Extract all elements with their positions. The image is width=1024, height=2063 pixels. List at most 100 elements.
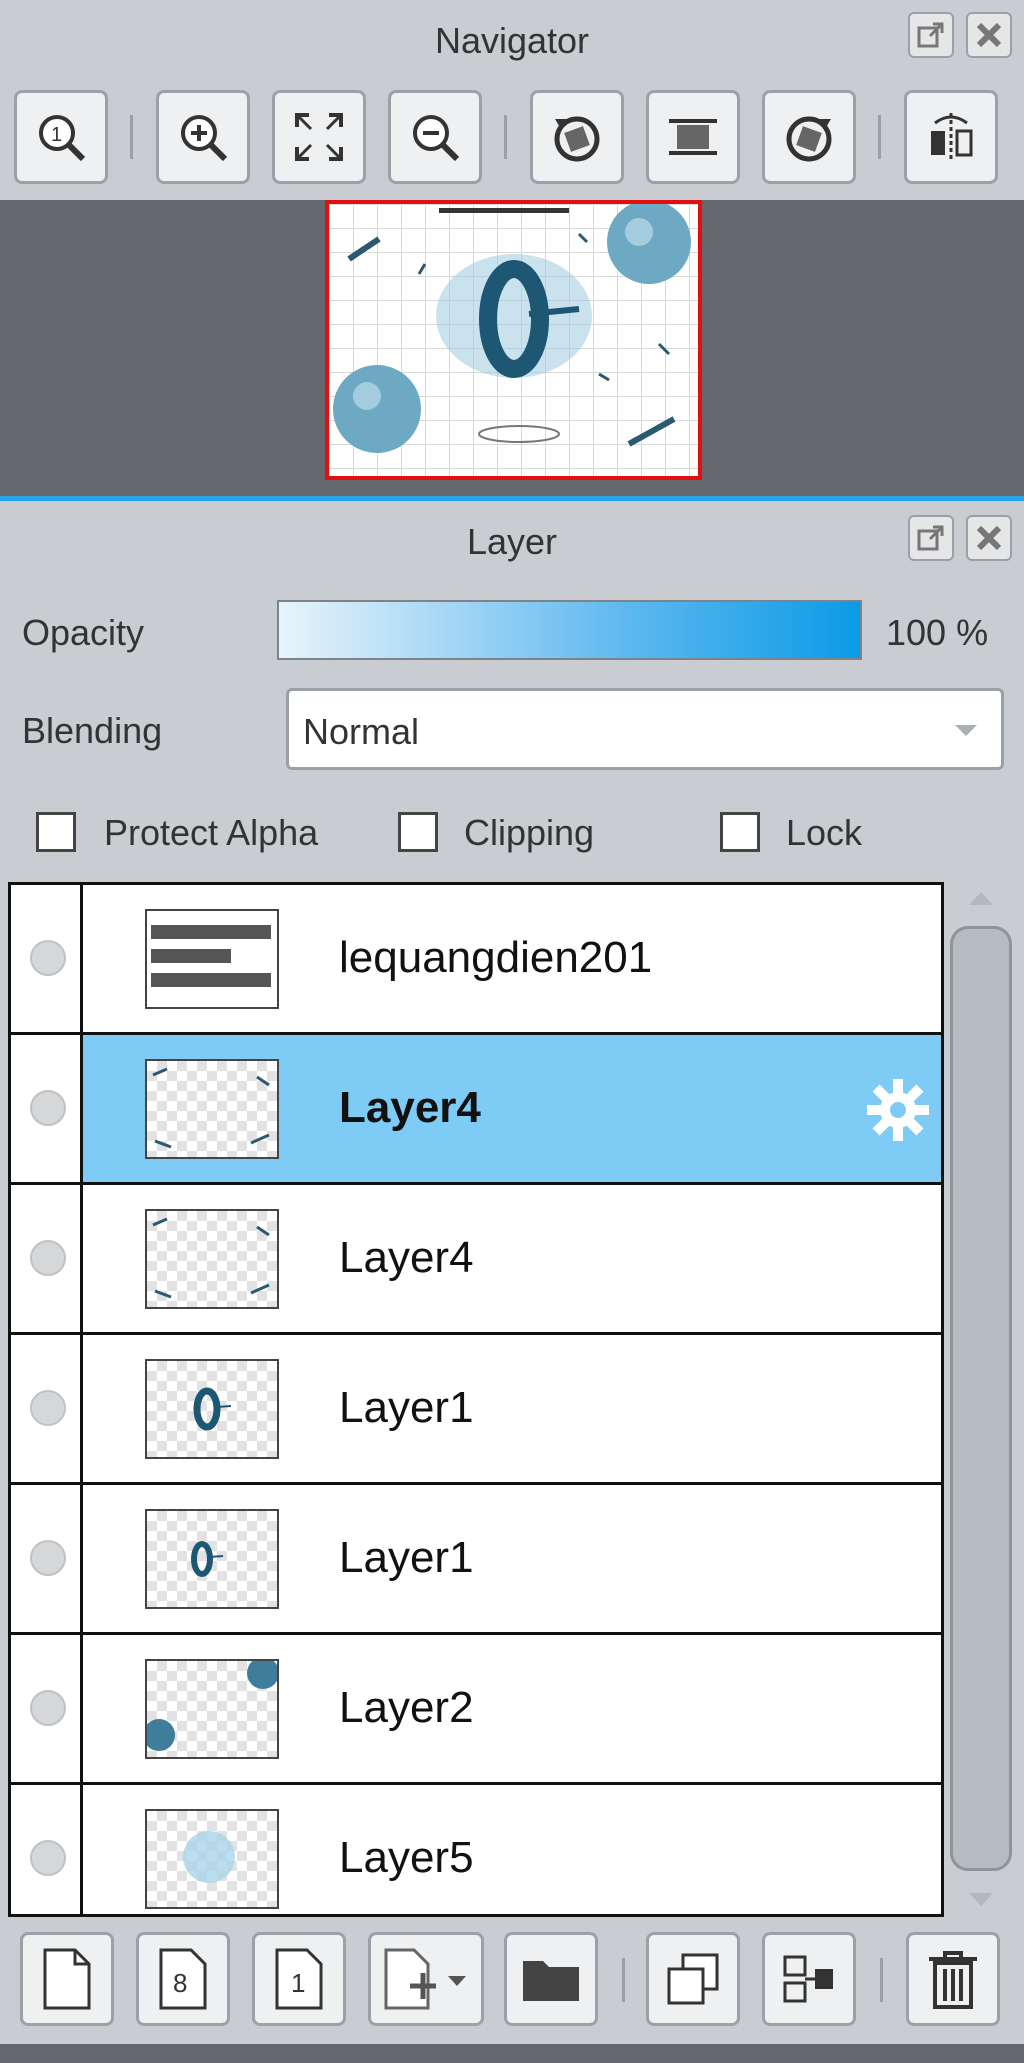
layer-row[interactable]: Layer1 <box>11 1485 941 1635</box>
layer-row[interactable]: Layer5 <box>11 1785 941 1914</box>
layer-thumbnail <box>145 1509 279 1609</box>
undock-button[interactable] <box>908 12 954 58</box>
lock-checkbox[interactable] <box>720 812 760 852</box>
fit-screen-icon <box>295 113 343 161</box>
visibility-toggle[interactable] <box>11 1485 83 1632</box>
scroll-up-icon[interactable] <box>966 888 996 908</box>
svg-text:1: 1 <box>291 1968 305 1998</box>
gear-icon[interactable] <box>865 1077 931 1143</box>
new-8bit-layer-button[interactable]: 8 <box>136 1932 230 2026</box>
layer-row[interactable]: Layer2 <box>11 1635 941 1785</box>
visibility-toggle[interactable] <box>11 1035 83 1182</box>
lock-label: Lock <box>786 812 863 853</box>
duplicate-layer-button[interactable] <box>646 1932 740 2026</box>
layer-row[interactable]: Layer1 <box>11 1335 941 1485</box>
toolbar-separator <box>130 115 133 159</box>
close-icon <box>976 525 1002 551</box>
visibility-toggle[interactable] <box>11 1335 83 1482</box>
scrollbar-thumb[interactable] <box>950 926 1012 1871</box>
visibility-dot-icon <box>30 1240 66 1276</box>
toolbar-separator <box>880 1958 883 2002</box>
visibility-toggle[interactable] <box>11 1785 83 1914</box>
close-button[interactable] <box>966 12 1012 58</box>
rotate-left-icon <box>554 116 600 162</box>
flip-horizontal-button[interactable] <box>904 90 998 184</box>
rotate-right-button[interactable] <box>762 90 856 184</box>
layer-row-selected[interactable]: Layer4 <box>11 1035 941 1185</box>
flip-horizontal-icon <box>931 113 973 161</box>
zoom-out-button[interactable] <box>388 90 482 184</box>
visibility-toggle[interactable] <box>11 1635 83 1782</box>
merge-down-icon <box>783 1955 833 2003</box>
chevron-down-icon <box>955 725 977 736</box>
rotate-left-button[interactable] <box>530 90 624 184</box>
layer-thumbnail <box>145 1059 279 1159</box>
zoom-out-icon <box>413 115 460 162</box>
zoom-actual-icon: 1 <box>39 115 86 162</box>
opacity-value: 100 % <box>886 612 989 653</box>
layer-name: Layer4 <box>339 1233 474 1282</box>
svg-text:8: 8 <box>173 1968 187 1998</box>
delete-layer-icon <box>929 1951 977 2009</box>
status-bar <box>0 2044 1024 2063</box>
undock-icon <box>917 22 944 48</box>
scroll-down-icon[interactable] <box>966 1890 996 1910</box>
clipping-checkbox[interactable] <box>398 812 438 852</box>
delete-layer-button[interactable] <box>906 1932 1000 2026</box>
toolbar-separator <box>622 1958 625 2002</box>
layer-thumbnail <box>145 1209 279 1309</box>
reset-view-button[interactable] <box>646 90 740 184</box>
navigator-titlebar: Navigator <box>0 0 1024 78</box>
new-layer-button[interactable] <box>20 1932 114 2026</box>
new-8bit-layer-icon: 8 <box>159 1948 207 2010</box>
undock-button[interactable] <box>908 515 954 561</box>
duplicate-layer-icon <box>667 1953 719 2005</box>
layer-row[interactable]: Layer4 <box>11 1185 941 1335</box>
reset-view-icon <box>669 119 717 155</box>
new-folder-button[interactable] <box>504 1932 598 2026</box>
layer-name: Layer4 <box>339 1083 481 1132</box>
merge-down-button[interactable] <box>762 1932 856 2026</box>
layer-name: lequangdien201 <box>339 933 653 982</box>
protect-alpha-checkbox[interactable] <box>36 812 76 852</box>
visibility-dot-icon <box>30 1690 66 1726</box>
navigator-title: Navigator <box>434 20 590 61</box>
protect-alpha-label: Protect Alpha <box>104 812 319 853</box>
close-button[interactable] <box>966 515 1012 561</box>
visibility-dot-icon <box>30 1540 66 1576</box>
toolbar-separator <box>878 115 881 159</box>
layer-name: Layer1 <box>339 1383 474 1432</box>
layer-thumbnail <box>145 1809 279 1909</box>
layer-titlebar: Layer <box>0 501 1024 579</box>
visibility-dot-icon <box>30 1090 66 1126</box>
layer-row[interactable]: lequangdien201 <box>11 885 941 1035</box>
navigator-canvas-preview[interactable] <box>325 200 702 480</box>
zoom-in-icon <box>181 115 228 162</box>
layer-name: Layer2 <box>339 1683 474 1732</box>
undock-icon <box>917 525 944 551</box>
blending-value: Normal <box>303 711 420 752</box>
blending-select[interactable]: Normal <box>286 688 1004 770</box>
canvas-artwork-image <box>333 204 691 453</box>
opacity-slider[interactable] <box>277 600 862 660</box>
visibility-dot-icon <box>30 940 66 976</box>
visibility-toggle[interactable] <box>11 885 83 1032</box>
zoom-actual-button[interactable]: 1 <box>14 90 108 184</box>
layer-thumbnail <box>145 909 279 1009</box>
new-folder-icon <box>523 1961 579 2001</box>
visibility-dot-icon <box>30 1390 66 1426</box>
visibility-toggle[interactable] <box>11 1185 83 1332</box>
layer-list[interactable]: lequangdien201 Layer4 Layer4 Layer1 Laye… <box>8 882 944 1917</box>
new-layer-icon <box>43 1948 91 2010</box>
new-1bit-layer-button[interactable]: 1 <box>252 1932 346 2026</box>
zoom-in-button[interactable] <box>156 90 250 184</box>
layer-thumbnail <box>145 1359 279 1459</box>
fit-screen-button[interactable] <box>272 90 366 184</box>
clipping-label: Clipping <box>464 812 595 853</box>
layer-title: Layer <box>466 521 558 562</box>
layer-name: Layer5 <box>339 1833 474 1882</box>
layer-name: Layer1 <box>339 1533 474 1582</box>
add-layer-menu-button[interactable] <box>368 1932 484 2026</box>
add-layer-menu-icon <box>384 1948 466 2010</box>
new-1bit-layer-icon: 1 <box>275 1948 323 2010</box>
